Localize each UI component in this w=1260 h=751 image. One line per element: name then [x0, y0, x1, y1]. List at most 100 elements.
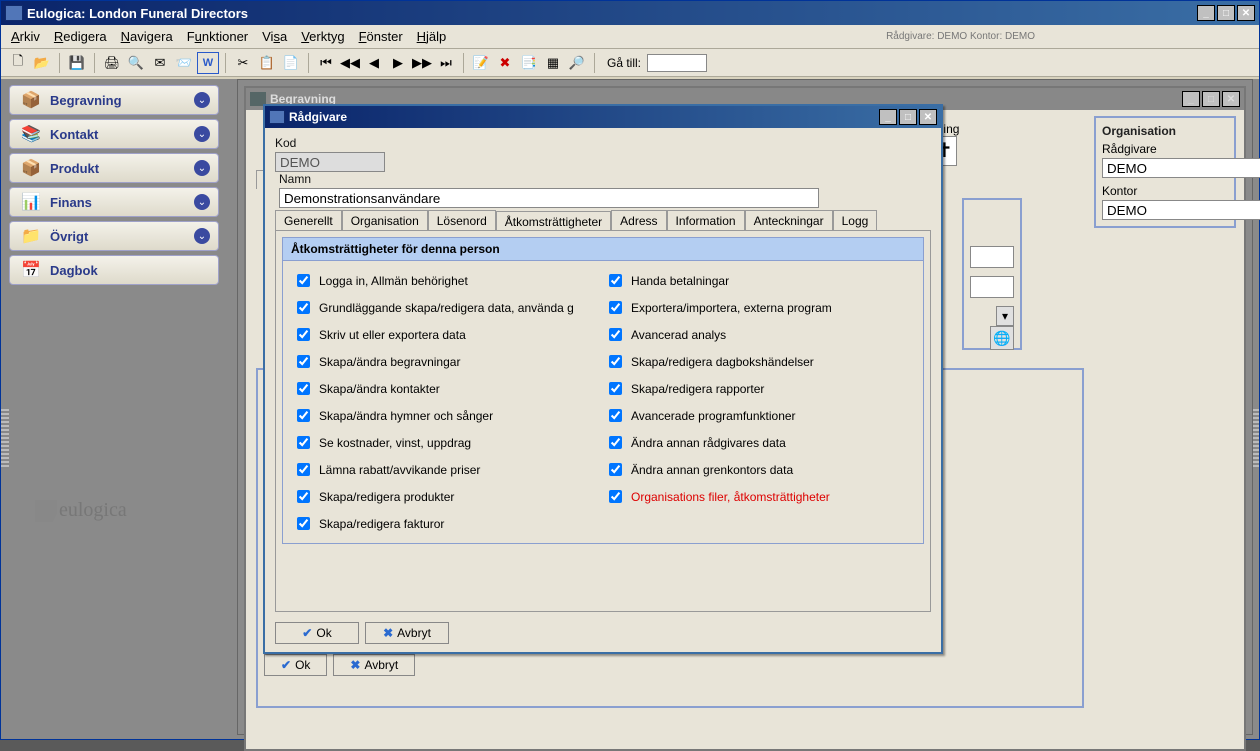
save-icon[interactable]: 💾	[66, 52, 88, 74]
nav-dagbok[interactable]: 📅Dagbok⌄	[9, 255, 219, 285]
grid-icon[interactable]: ▦	[542, 52, 564, 74]
bg-max-button[interactable]: □	[1202, 91, 1220, 107]
tab-body: Åtkomsträttigheter för denna person Logg…	[275, 230, 931, 612]
nav-ovrigt[interactable]: 📁Övrigt⌄	[9, 221, 219, 251]
namn-label: Namn	[279, 172, 819, 186]
new-icon[interactable]: 🗋	[7, 52, 29, 74]
tab-losenord[interactable]: Lösenord	[428, 210, 496, 231]
kontor-field[interactable]	[1102, 200, 1260, 220]
bg-close-button[interactable]: ✕	[1222, 91, 1240, 107]
tab-anteckningar[interactable]: Anteckningar	[745, 210, 833, 231]
perm-edit-products[interactable]	[297, 490, 310, 503]
perm-edit-funerals[interactable]	[297, 355, 310, 368]
radgivare-field[interactable]	[1102, 158, 1260, 178]
perm-org-files[interactable]	[609, 490, 622, 503]
perm-other-branch-data[interactable]	[609, 463, 622, 476]
perm-advanced-functions[interactable]	[609, 409, 622, 422]
dlg-max-button[interactable]: □	[899, 109, 917, 125]
bg-field-2[interactable]	[970, 276, 1014, 298]
status-meta: Rådgivare: DEMO Kontor: DEMO	[886, 31, 1035, 42]
search-icon[interactable]: 🔎	[566, 52, 588, 74]
print-icon[interactable]: 🖨	[101, 52, 123, 74]
maximize-button[interactable]: □	[1217, 5, 1235, 21]
folder-icon: 📁	[18, 225, 44, 247]
perm-print-export[interactable]	[297, 328, 310, 341]
perm-edit-invoices[interactable]	[297, 517, 310, 530]
bg-cancel-button[interactable]: ✖Avbryt	[333, 654, 415, 676]
perm-see-costs[interactable]	[297, 436, 310, 449]
perm-edit-diary[interactable]	[609, 355, 622, 368]
resize-grip-left[interactable]	[1, 409, 9, 469]
copy2-icon[interactable]: 📑	[518, 52, 540, 74]
chevron-down-icon: ⌄	[194, 194, 210, 210]
perm-edit-reports[interactable]	[609, 382, 622, 395]
radgivare-dialog: Rådgivare _ □ ✕ Kod Namn	[263, 104, 943, 654]
next-icon[interactable]: ▶▶	[411, 52, 433, 74]
dialog-ok-button[interactable]: ✔Ok	[275, 622, 359, 644]
bg-min-button[interactable]: _	[1182, 91, 1200, 107]
perm-other-advisor-data[interactable]	[609, 436, 622, 449]
tab-information[interactable]: Information	[667, 210, 745, 231]
copy-icon[interactable]: 📋	[256, 52, 278, 74]
perm-handle-payments[interactable]	[609, 274, 622, 287]
dialog-icon	[269, 110, 285, 124]
word-icon[interactable]: W	[197, 52, 219, 74]
perm-edit-contacts[interactable]	[297, 382, 310, 395]
namn-field[interactable]	[279, 188, 819, 208]
envelope-icon[interactable]: 📨	[173, 52, 195, 74]
menu-navigera[interactable]: Navigera	[121, 29, 173, 44]
perm-discounts[interactable]	[297, 463, 310, 476]
tab-generellt[interactable]: Generellt	[275, 210, 342, 231]
workspace: 📦Begravning⌄ 📚Kontakt⌄ 📦Produkt⌄ 📊Finans…	[1, 79, 1259, 739]
tab-adress[interactable]: Adress	[611, 210, 666, 231]
perm-import-export[interactable]	[609, 301, 622, 314]
fwd-icon[interactable]: ▶	[387, 52, 409, 74]
dlg-close-button[interactable]: ✕	[919, 109, 937, 125]
minimize-button[interactable]: _	[1197, 5, 1215, 21]
bg-combo-button[interactable]: ▾	[996, 306, 1014, 326]
perm-advanced-analysis[interactable]	[609, 328, 622, 341]
tab-organisation[interactable]: Organisation	[342, 210, 428, 231]
menu-fonster[interactable]: Fönster	[359, 29, 403, 44]
mail-icon[interactable]: ✉	[149, 52, 171, 74]
dlg-min-button[interactable]: _	[879, 109, 897, 125]
perm-edit-hymns[interactable]	[297, 409, 310, 422]
insert-icon[interactable]: 📝	[470, 52, 492, 74]
dialog-titlebar[interactable]: Rådgivare _ □ ✕	[265, 106, 941, 128]
paste-icon[interactable]: 📄	[280, 52, 302, 74]
goto-input[interactable]	[647, 54, 707, 72]
toolbar: 🗋 📂 💾 🖨 🔍 ✉ 📨 W ✂ 📋 📄 ⏮ ◀◀ ◀ ▶ ▶▶ ⏭ 📝 ✖ …	[1, 49, 1259, 77]
nav-begravning[interactable]: 📦Begravning⌄	[9, 85, 219, 115]
chevron-down-icon: ⌄	[194, 126, 210, 142]
back-icon[interactable]: ◀	[363, 52, 385, 74]
close-button[interactable]: ✕	[1237, 5, 1255, 21]
first-icon[interactable]: ⏮	[315, 52, 337, 74]
menu-funktioner[interactable]: Funktioner	[187, 29, 248, 44]
prev-icon[interactable]: ◀◀	[339, 52, 361, 74]
menu-verktyg[interactable]: Verktyg	[301, 29, 344, 44]
open-icon[interactable]: 📂	[31, 52, 53, 74]
menu-visa[interactable]: Visa	[262, 29, 287, 44]
permissions-title: Åtkomsträttigheter för denna person	[283, 238, 923, 261]
preview-icon[interactable]: 🔍	[125, 52, 147, 74]
nav-kontakt[interactable]: 📚Kontakt⌄	[9, 119, 219, 149]
nav-finans[interactable]: 📊Finans⌄	[9, 187, 219, 217]
menu-arkiv[interactable]: Arkiv	[11, 29, 40, 44]
bg-field-1[interactable]	[970, 246, 1014, 268]
perm-basic-edit[interactable]	[297, 301, 310, 314]
perm-login[interactable]	[297, 274, 310, 287]
goto-label: Gå till:	[607, 56, 641, 70]
delete-icon[interactable]: ✖	[494, 52, 516, 74]
nav-produkt[interactable]: 📦Produkt⌄	[9, 153, 219, 183]
kontor-label: Kontor	[1102, 184, 1228, 198]
books-icon: 📚	[18, 123, 44, 145]
cut-icon[interactable]: ✂	[232, 52, 254, 74]
tab-logg[interactable]: Logg	[833, 210, 878, 231]
menu-redigera[interactable]: Redigera	[54, 29, 107, 44]
dialog-cancel-button[interactable]: ✖Avbryt	[365, 622, 449, 644]
last-icon[interactable]: ⏭	[435, 52, 457, 74]
bg-ok-button[interactable]: ✔Ok	[264, 654, 327, 676]
permissions-group: Åtkomsträttigheter för denna person Logg…	[282, 237, 924, 544]
globe-icon[interactable]: 🌐	[990, 326, 1014, 350]
menu-hjalp[interactable]: Hjälp	[417, 29, 447, 44]
